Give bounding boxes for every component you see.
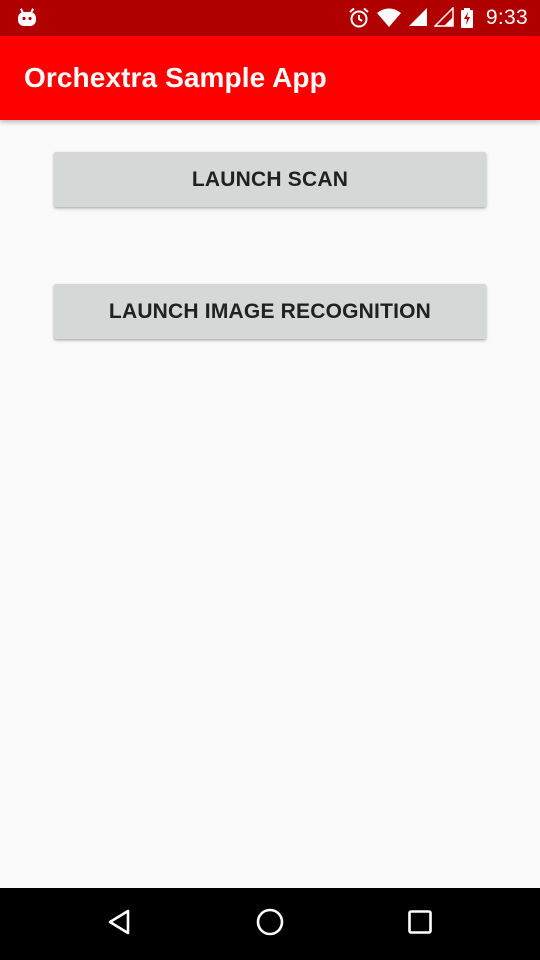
status-time: 9:33 — [485, 6, 528, 29]
wifi-icon — [376, 7, 402, 29]
signal-icon — [433, 7, 454, 29]
navigation-bar — [0, 888, 540, 960]
launch-image-recognition-button[interactable]: LAUNCH IMAGE RECOGNITION — [54, 284, 486, 339]
launch-scan-button[interactable]: LAUNCH SCAN — [54, 152, 486, 207]
recents-button[interactable] — [375, 888, 465, 960]
recents-icon — [407, 909, 433, 940]
home-button[interactable] — [225, 888, 315, 960]
home-icon — [255, 907, 285, 942]
app-title: Orchextra Sample App — [24, 62, 327, 93]
alarm-icon — [348, 7, 370, 29]
status-bar: 9:33 — [0, 0, 540, 36]
app-bar: Orchextra Sample App — [0, 36, 540, 120]
battery-charging-icon — [460, 7, 474, 29]
android-notification-icon — [16, 7, 38, 29]
back-icon — [106, 908, 134, 941]
back-button[interactable] — [75, 888, 165, 960]
signal-icon — [408, 7, 428, 29]
main-content: LAUNCH SCAN LAUNCH IMAGE RECOGNITION — [0, 120, 540, 888]
status-icons: 9:33 — [348, 0, 528, 36]
